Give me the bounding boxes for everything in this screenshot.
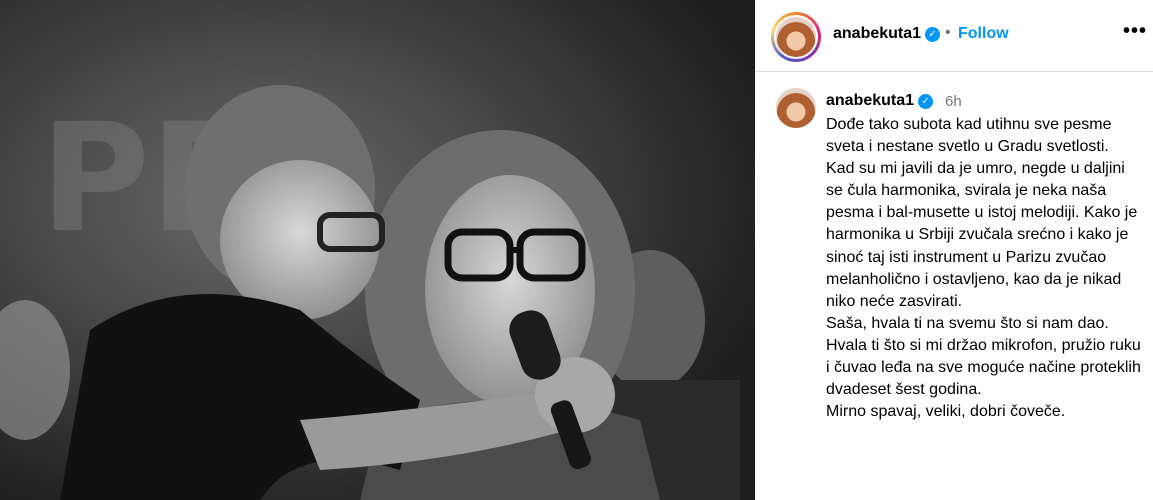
story-ring[interactable] bbox=[771, 12, 821, 62]
follow-button[interactable]: Follow bbox=[958, 25, 1009, 43]
photo-illustration: PE bbox=[0, 0, 755, 500]
caption-line: Dođe tako subota kad utihnu sve pesme sv… bbox=[826, 116, 1112, 156]
post-header: anabekuta1 ✓ • Follow ••• bbox=[755, 0, 1153, 72]
caption-line: Mirno spavaj, veliki, dobri čoveče. bbox=[826, 403, 1066, 421]
verified-badge-icon: ✓ bbox=[925, 27, 941, 42]
username-text[interactable]: anabekuta1 bbox=[833, 25, 921, 42]
caption-username-text[interactable]: anabekuta1 bbox=[826, 92, 914, 109]
caption-text: Dođe tako subota kad utihnu sve pesme sv… bbox=[826, 114, 1142, 423]
caption-line: Kad su mi javili da je umro, negde u dal… bbox=[826, 160, 1138, 310]
caption-line: Saša, hvala ti na svemu što si nam dao. bbox=[826, 314, 1109, 332]
post-photo[interactable]: PE bbox=[0, 0, 755, 500]
caption-avatar[interactable] bbox=[776, 88, 816, 128]
instagram-post-view: PE anabekuta1 ✓ • Follow ••• anabekuta1 … bbox=[0, 0, 1153, 500]
header-username[interactable]: anabekuta1 ✓ bbox=[833, 25, 941, 43]
avatar bbox=[776, 17, 816, 57]
more-options-icon[interactable]: ••• bbox=[1123, 20, 1147, 43]
post-timestamp[interactable]: 6h bbox=[945, 93, 962, 110]
verified-badge-icon: ✓ bbox=[918, 94, 934, 109]
caption-line: Hvala ti što si mi držao mikrofon, pruži… bbox=[826, 336, 1141, 399]
separator-dot: • bbox=[945, 24, 951, 41]
post-sidebar: anabekuta1 ✓ • Follow ••• anabekuta1 ✓ 6h … bbox=[755, 0, 1153, 500]
caption-username[interactable]: anabekuta1 ✓ bbox=[826, 92, 934, 110]
